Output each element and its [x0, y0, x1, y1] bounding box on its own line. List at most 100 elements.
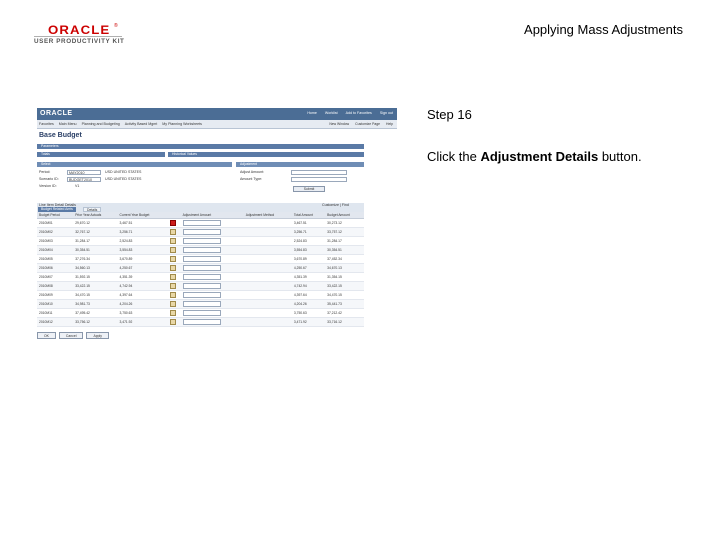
cell-budget-period: 2010M11 — [37, 308, 74, 318]
table-row: 2010M05 37,276.34 3,670.89 3,670.89 37,452.3… — [37, 254, 364, 264]
cell-prior-year: 32,767.12 — [73, 227, 118, 237]
link-worklist[interactable]: Worklist — [325, 111, 338, 115]
adjustment-amount-input[interactable] — [182, 309, 221, 316]
link-add-favorites[interactable]: Add to Favorites — [346, 111, 372, 115]
cell-total-amount: 4,397.64 — [291, 290, 326, 300]
apply-button[interactable]: Apply — [86, 332, 109, 339]
adjustment-details-button[interactable] — [169, 237, 176, 244]
submit-button[interactable]: Submit — [293, 186, 325, 192]
cell-adjust — [167, 236, 181, 246]
cell-budget-period: 2010M12 — [37, 317, 74, 327]
adjustment-amount-input[interactable] — [182, 273, 221, 280]
help-link[interactable]: Help — [386, 122, 393, 126]
version-value: V1 — [75, 184, 80, 188]
cell-adjust — [167, 308, 181, 318]
cell-budget-period: 2010M01 — [37, 218, 74, 228]
link-home[interactable]: Home — [307, 111, 317, 115]
breadcrumb-item[interactable]: Main Menu — [59, 122, 77, 126]
adjustment-details-button[interactable] — [169, 318, 176, 325]
adjustment-amount-input[interactable] — [182, 255, 221, 262]
adjustment-details-button[interactable] — [169, 273, 176, 280]
cell-total-amount: 3,554.83 — [291, 245, 326, 255]
adjustment-details-button[interactable] — [169, 282, 176, 289]
adjustment-amount-input[interactable] — [182, 237, 221, 244]
cell-adjustment-method — [243, 299, 292, 309]
adjustment-details-button[interactable] — [169, 228, 176, 235]
cell-total-amount: 3,467.51 — [291, 218, 326, 228]
adjustment-details-button[interactable] — [169, 309, 176, 316]
section-parameters[interactable]: Parameters — [37, 144, 364, 149]
table-row: 2010M12 33,756.12 3,471.92 3,471.92 33,716.1… — [37, 317, 364, 327]
cell-adjustment-amount — [180, 263, 244, 273]
grid-customize-link[interactable]: Customize | Find — [322, 203, 349, 207]
section-totals[interactable]: Totals — [37, 152, 165, 157]
adjust-amount-label: Adjust Amount: — [240, 170, 265, 174]
amount-type-select[interactable] — [291, 177, 347, 182]
adjustment-details-button[interactable] — [169, 246, 176, 253]
cell-budget-amount: 33,757.12 — [325, 227, 364, 237]
cancel-button[interactable]: Cancel — [58, 332, 84, 339]
cell-budget-amount: 33,716.12 — [325, 317, 364, 327]
cell-adjustment-amount — [180, 254, 244, 264]
adjustment-details-button[interactable] — [169, 291, 176, 298]
cell-budget-period: 2010M05 — [37, 254, 74, 264]
adjustment-details-button[interactable] — [169, 255, 176, 262]
scenario-field[interactable]: BUDGET2010 — [67, 177, 101, 182]
adjustment-amount-input[interactable] — [182, 291, 221, 298]
table-row: 2010M06 34,560.13 4,250.67 4,250.67 34,670.1… — [37, 263, 364, 273]
adjustment-amount-input[interactable] — [182, 246, 221, 253]
application-screenshot: ORACLE Home Worklist Add to Favorites Si… — [37, 108, 397, 345]
adjustment-amount-input[interactable] — [182, 228, 221, 235]
cell-budget-amount: 34,470.15 — [325, 290, 364, 300]
adjustment-details-button[interactable] — [169, 219, 176, 226]
cell-total-amount: 4,742.94 — [291, 281, 326, 291]
cell-total-amount: 4,204.26 — [291, 299, 326, 309]
link-sign-out[interactable]: Sign out — [380, 111, 393, 115]
adjustment-amount-input[interactable] — [182, 219, 221, 226]
cell-budget-period: 2010M04 — [37, 245, 74, 255]
instruction-prefix: Click the — [427, 149, 481, 164]
breadcrumb-item[interactable]: Planning and Budgeting — [82, 122, 120, 126]
adjustment-amount-input[interactable] — [182, 282, 221, 289]
cell-current-year: 3,256.71 — [117, 227, 168, 237]
adjust-amount-field[interactable] — [291, 170, 347, 175]
cell-adjustment-method — [243, 227, 292, 237]
new-window-link[interactable]: New Window — [329, 122, 349, 126]
breadcrumb-item[interactable]: My Planning Worksheets — [162, 122, 202, 126]
step-instruction: Click the Adjustment Details button. — [427, 149, 642, 164]
adjustment-details-button[interactable] — [169, 300, 176, 307]
period-field[interactable]: MAY2010 — [67, 170, 101, 175]
section-select[interactable]: Select — [37, 162, 232, 167]
adjustment-amount-input[interactable] — [182, 300, 221, 307]
page-actions: OK Cancel Apply — [37, 332, 109, 339]
customize-page-link[interactable]: Customize Page — [355, 122, 380, 126]
app-breadcrumb-bar: Favorites Main Menu Planning and Budgeti… — [37, 120, 397, 129]
cell-adjustment-method — [243, 281, 292, 291]
cell-current-year: 3,471.92 — [117, 317, 168, 327]
app-top-links: Home Worklist Add to Favorites Sign out — [307, 111, 393, 115]
breadcrumb-item[interactable]: Favorites — [39, 122, 54, 126]
cell-prior-year: 34,560.13 — [73, 263, 118, 273]
section-adjustment[interactable]: Adjustment — [236, 162, 364, 167]
cell-current-year: 4,397.64 — [117, 290, 168, 300]
adjustment-details-button[interactable] — [169, 264, 176, 271]
budget-grid: Budget Period Prior Year Actuals Current… — [37, 212, 364, 327]
adjustment-amount-input[interactable] — [182, 264, 221, 271]
cell-prior-year: 34,470.15 — [73, 290, 118, 300]
cell-prior-year: 33,422.15 — [73, 281, 118, 291]
breadcrumb-item[interactable]: Activity Based Mgmt — [125, 122, 158, 126]
cell-adjustment-amount — [180, 272, 244, 282]
cell-adjust — [167, 290, 181, 300]
app-header-bar: ORACLE Home Worklist Add to Favorites Si… — [37, 108, 397, 120]
cell-total-amount: 4,250.67 — [291, 263, 326, 273]
cell-adjust — [167, 254, 181, 264]
cell-current-year: 4,204.26 — [117, 299, 168, 309]
scenario-label: Scenario ID: — [39, 177, 59, 181]
section-historical-values[interactable]: Historical Values — [168, 152, 364, 157]
cell-budget-amount: 35,441.73 — [325, 299, 364, 309]
ok-button[interactable]: OK — [37, 332, 56, 339]
cell-prior-year: 33,756.12 — [73, 317, 118, 327]
cell-adjustment-amount — [180, 299, 244, 309]
adjustment-amount-input[interactable] — [182, 318, 221, 325]
period-value: MAY2010 — [69, 171, 85, 175]
